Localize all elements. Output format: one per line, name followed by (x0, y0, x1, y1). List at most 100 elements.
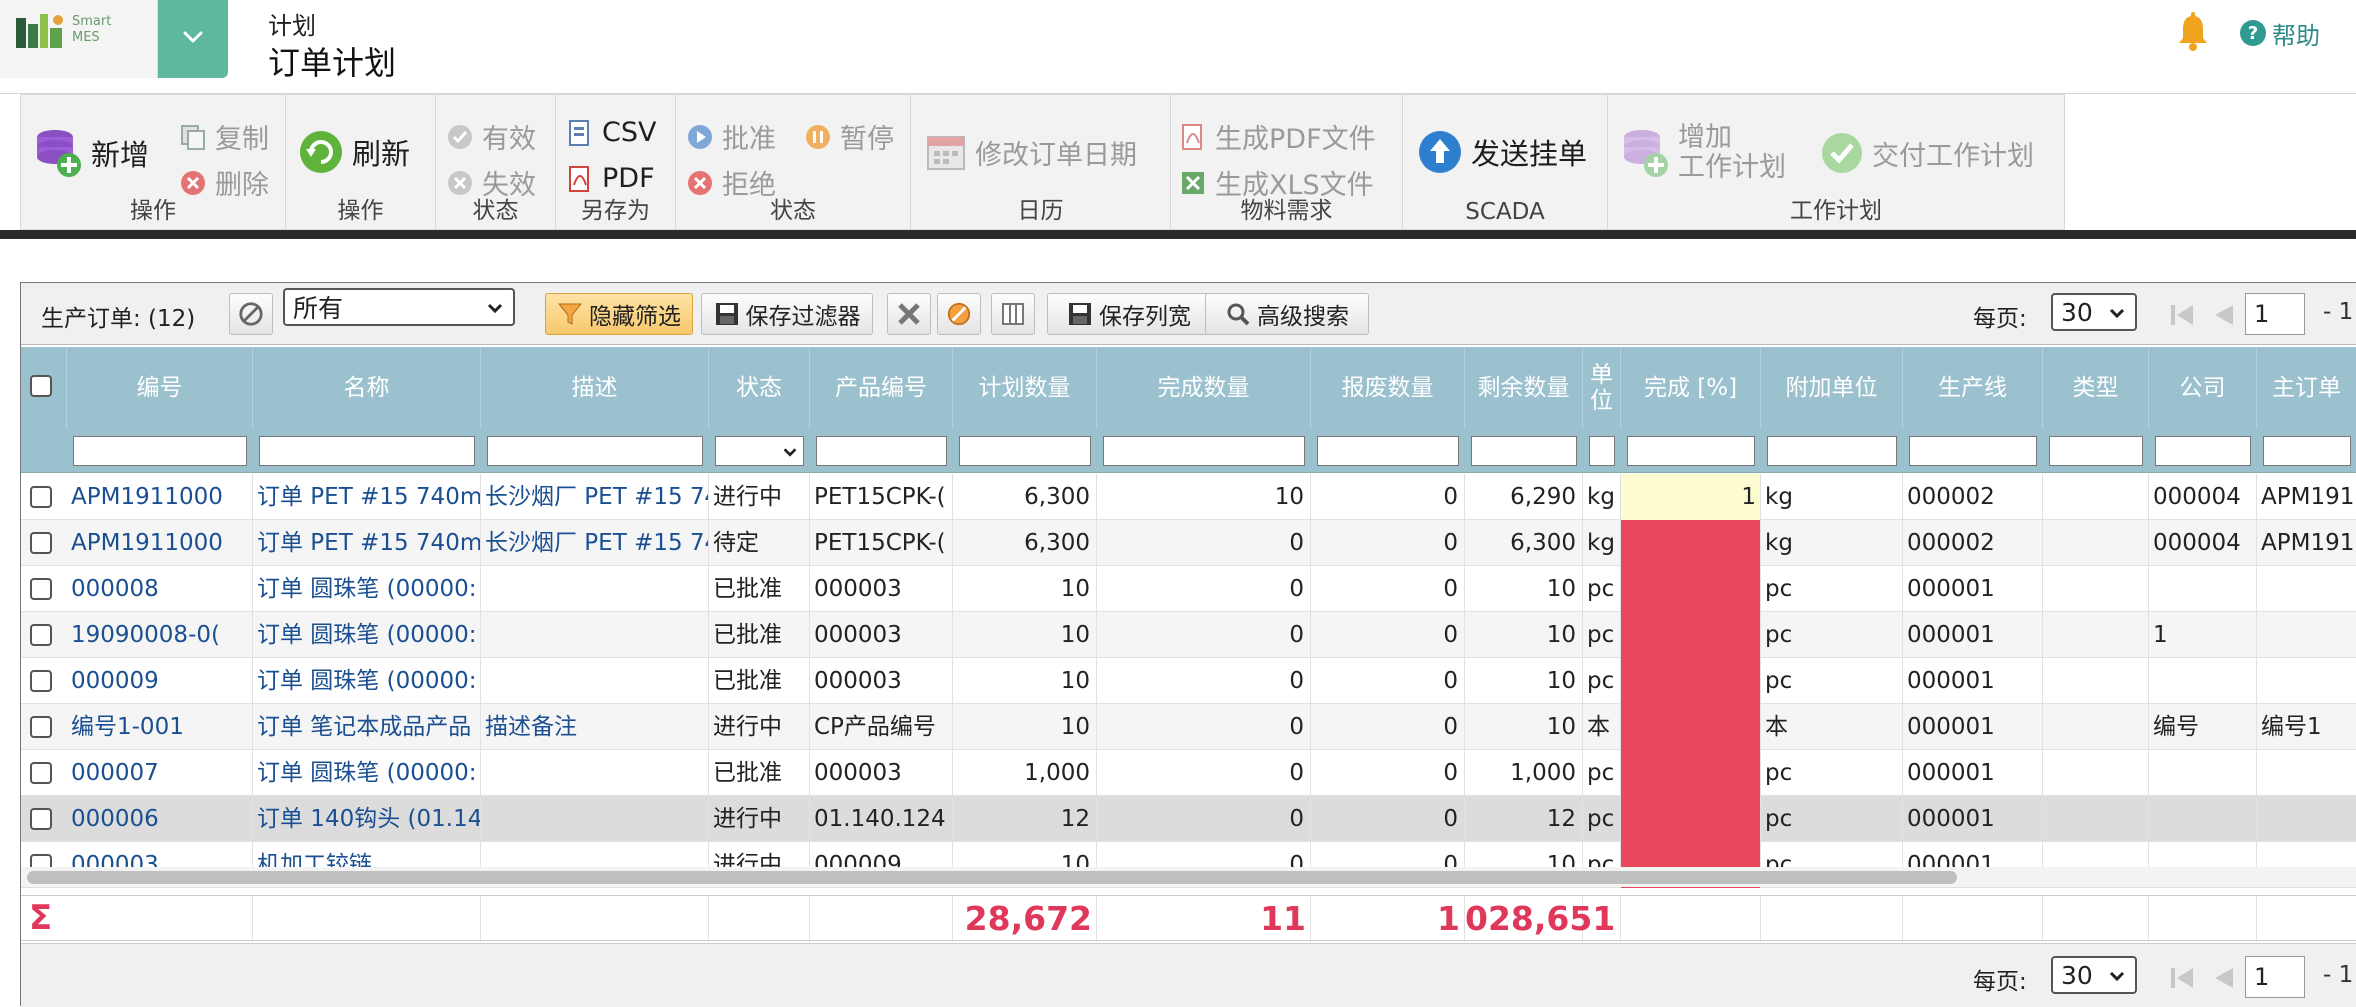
cell-id[interactable]: APM1911000 (67, 474, 253, 520)
row-checkbox[interactable] (30, 716, 52, 738)
first-page-icon[interactable] (2169, 966, 2197, 990)
row-checkbox[interactable] (30, 578, 52, 600)
filter-input-desc[interactable] (487, 436, 703, 466)
row-checkbox[interactable] (30, 624, 52, 646)
row-checkbox[interactable] (30, 486, 52, 508)
column-header-company[interactable]: 公司 (2149, 347, 2257, 429)
cell-name[interactable]: 订单 圆珠笔 (00000: (253, 750, 481, 796)
filter-input-done[interactable] (1103, 436, 1305, 466)
cell-id[interactable]: 000008 (67, 566, 253, 612)
cell-id[interactable]: 000009 (67, 658, 253, 704)
column-header-done[interactable]: 完成数量 (1097, 347, 1311, 429)
row-checkbox[interactable] (30, 762, 52, 784)
generate-pdf-button[interactable]: 生成PDF文件 (1179, 117, 1376, 156)
filter-scope-select[interactable]: 所有 (283, 288, 515, 326)
save-column-width-button[interactable]: 保存列宽 (1047, 293, 1211, 335)
cell-desc[interactable]: 描述备注 (481, 704, 709, 750)
cell-name[interactable]: 订单 圆珠笔 (00000: (253, 612, 481, 658)
cell-id[interactable]: 19090008-0( (67, 612, 253, 658)
scrollbar-thumb[interactable] (27, 871, 1957, 884)
hide-filter-button[interactable]: 隐藏筛选 (545, 293, 693, 335)
footer-per-page-select[interactable]: 30 (2051, 956, 2137, 994)
cell-id[interactable]: APM1911000 (67, 520, 253, 566)
cell-desc[interactable] (481, 658, 709, 704)
filter-input-pct[interactable] (1627, 436, 1755, 466)
table-row[interactable]: 编号1-001 订单 笔记本成品产品 描述备注 进行中 CP产品编号 10 0 0 10 本 0 本 0… (21, 704, 2356, 750)
help-link[interactable]: ? 帮助 (2240, 16, 2320, 50)
per-page-select[interactable]: 30 (2051, 293, 2137, 331)
app-logo[interactable]: Smart MES (0, 0, 158, 78)
column-header-status[interactable]: 状态 (709, 347, 810, 429)
prev-page-icon[interactable] (2211, 303, 2235, 327)
filter-input-scrap[interactable] (1317, 436, 1459, 466)
save-filter-button[interactable]: 保存过滤器 (701, 293, 873, 335)
cell-id[interactable]: 000007 (67, 750, 253, 796)
column-header-scrap[interactable]: 报废数量 (1311, 347, 1465, 429)
filter-input-line[interactable] (1909, 436, 2037, 466)
table-row[interactable]: 000007 订单 圆珠笔 (00000: 已批准 000003 1,000 0 0 1,00… (21, 750, 2356, 796)
filter-input-extra[interactable] (1767, 436, 1897, 466)
valid-button[interactable]: 有效 (446, 117, 536, 156)
row-checkbox[interactable] (30, 808, 52, 830)
filter-input-unit[interactable] (1589, 436, 1615, 466)
column-header-extra[interactable]: 附加单位 (1761, 347, 1903, 429)
column-header-unit[interactable]: 单 位 (1583, 347, 1621, 429)
cell-desc[interactable]: 长沙烟厂 PET #15 74 (481, 520, 709, 566)
prev-page-icon[interactable] (2211, 966, 2235, 990)
column-header-desc[interactable]: 描述 (481, 347, 709, 429)
cell-name[interactable]: 订单 140钩头 (01.14 (253, 796, 481, 842)
clear-search-button[interactable] (887, 293, 931, 335)
cell-desc[interactable] (481, 612, 709, 658)
edit-order-date-button[interactable]: 修改订单日期 (925, 131, 1137, 173)
pause-button[interactable]: 暂停 (804, 117, 894, 156)
select-all-checkbox[interactable] (30, 375, 52, 397)
cell-desc[interactable] (481, 796, 709, 842)
row-checkbox[interactable] (30, 670, 52, 692)
filter-input-id[interactable] (73, 436, 247, 466)
first-page-icon[interactable] (2169, 303, 2197, 327)
column-header-master[interactable]: 主订单 (2257, 347, 2356, 429)
column-header-remain[interactable]: 剩余数量 (1465, 347, 1583, 429)
cell-name[interactable]: 订单 圆珠笔 (00000: (253, 658, 481, 704)
add-button[interactable]: 新增 (35, 127, 149, 179)
filter-input-product[interactable] (816, 436, 947, 466)
send-order-button[interactable]: 发送挂单 (1417, 129, 1587, 175)
filter-input-name[interactable] (259, 436, 475, 466)
filter-input-remain[interactable] (1471, 436, 1577, 466)
export-csv-button[interactable]: CSV (566, 117, 656, 148)
horizontal-scrollbar[interactable] (21, 867, 2356, 887)
refresh-button[interactable]: 刷新 (298, 129, 410, 175)
export-pdf-button[interactable]: PDF (566, 163, 655, 194)
cell-name[interactable]: 订单 圆珠笔 (00000: (253, 566, 481, 612)
cell-name[interactable]: 订单 PET #15 740m (253, 474, 481, 520)
clear-filter-button[interactable] (229, 293, 273, 335)
table-row[interactable]: 000008 订单 圆珠笔 (00000: 已批准 000003 10 0 0 10 pc 0 pc… (21, 566, 2356, 612)
table-row[interactable]: APM1911000 订单 PET #15 740m 长沙烟厂 PET #15 74… (21, 520, 2356, 566)
reset-button[interactable] (937, 293, 981, 335)
table-row[interactable]: 000009 订单 圆珠笔 (00000: 已批准 000003 10 0 0 10 pc 0 pc… (21, 658, 2356, 704)
columns-button[interactable] (991, 293, 1035, 335)
cell-desc[interactable] (481, 566, 709, 612)
copy-button[interactable]: 复制 (179, 117, 269, 156)
column-header-product[interactable]: 产品编号 (810, 347, 953, 429)
cell-name[interactable]: 订单 笔记本成品产品 (253, 704, 481, 750)
approve-button[interactable]: 批准 (686, 117, 776, 156)
cell-id[interactable]: 编号1-001 (67, 704, 253, 750)
table-row[interactable]: 000006 订单 140钩头 (01.14 进行中 01.140.124 12 0 0 12… (21, 796, 2356, 842)
table-row[interactable]: 19090008-0(订单 圆珠笔 (00000: 已批准 000003 10 0 0 10… (21, 612, 2356, 658)
cell-name[interactable]: 订单 PET #15 740m (253, 520, 481, 566)
cell-id[interactable]: 000006 (67, 796, 253, 842)
column-header-type[interactable]: 类型 (2043, 347, 2149, 429)
table-row[interactable]: APM1911000 订单 PET #15 740m 长沙烟厂 PET #15 74… (21, 474, 2356, 520)
cell-desc[interactable]: 长沙烟厂 PET #15 74 (481, 474, 709, 520)
column-header-id[interactable]: 编号 (67, 347, 253, 429)
column-header-plan[interactable]: 计划数量 (953, 347, 1097, 429)
deliver-work-plan-button[interactable]: 交付工作计划 (1820, 131, 2034, 175)
menu-toggle-button[interactable] (158, 0, 228, 78)
row-checkbox[interactable] (30, 532, 52, 554)
column-header-line[interactable]: 生产线 (1903, 347, 2043, 429)
filter-input-type[interactable] (2049, 436, 2143, 466)
filter-input-master[interactable] (2263, 436, 2351, 466)
filter-input-company[interactable] (2155, 436, 2251, 466)
column-header-pct[interactable]: 完成 [%] (1621, 347, 1761, 429)
